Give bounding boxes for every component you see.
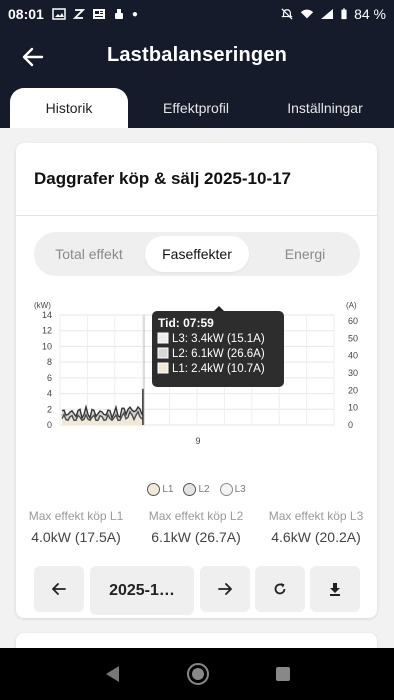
- image-icon: [52, 8, 66, 20]
- chart-legend: L1 L2 L3: [16, 483, 377, 496]
- legend-swatch-l2: [183, 483, 197, 496]
- graph-type-segmented-control: Total effekt Faseffekter Energi: [34, 232, 360, 276]
- stat-kw-l2: 6.1kW: [151, 529, 191, 545]
- stat-kw-l3: 4.6kW: [271, 529, 311, 545]
- tooltip-row: L2: 6.1kW (26.6A): [172, 348, 265, 360]
- legend-item-l1[interactable]: L1: [147, 483, 173, 496]
- download-icon: [330, 583, 340, 596]
- nav-recents-icon[interactable]: [275, 666, 291, 682]
- status-bar: 08:01 ● 84 %: [0, 0, 394, 28]
- y-left-tick: 0: [47, 420, 52, 430]
- legend-swatch-l1: [147, 483, 161, 496]
- stat-value-l1: 4.0kW (17.5A): [16, 529, 136, 545]
- stat-amp-l1: (17.5A): [74, 529, 121, 545]
- tooltip-swatch: [157, 332, 169, 344]
- legend-label-l3: L3: [234, 484, 246, 495]
- segment-energi[interactable]: Energi: [254, 236, 356, 272]
- next-card: [16, 633, 377, 648]
- system-icons: 84 %: [280, 6, 386, 22]
- y-left-tick: 4: [47, 389, 52, 399]
- android-nav-bar: [0, 648, 394, 700]
- y-right-tick: 30: [348, 368, 358, 378]
- card-divider: [16, 215, 377, 216]
- previous-day-button[interactable]: [34, 566, 84, 612]
- stat-label-l2: Max effekt köp L2: [148, 509, 244, 523]
- more-dot-icon: ●: [131, 8, 138, 20]
- next-day-button[interactable]: [200, 566, 250, 612]
- y-left-tick: 14: [42, 310, 52, 320]
- x-tick: 9: [195, 436, 200, 446]
- y-right-tick: 10: [348, 403, 358, 413]
- tooltip-swatch: [157, 362, 169, 374]
- app-z-icon: [72, 9, 85, 19]
- card-title: Daggrafer köp & sälj 2025-10-17: [34, 169, 292, 188]
- stat-label-l3: Max effekt köp L3: [268, 509, 364, 523]
- y-left-tick: 2: [47, 404, 52, 414]
- notification-icons: ●: [52, 8, 138, 20]
- y-left-unit: (kW): [34, 301, 51, 310]
- nav-back-icon[interactable]: [103, 664, 121, 684]
- phase-power-chart[interactable]: 14 12 10 8 6 4 2 0 60 50 40 30 20 10 0 (kW) (A) 9 Tid: 07:…: [34, 295, 364, 470]
- stat-l1: Max effekt köp L1 4.0kW (17.5A): [16, 509, 136, 545]
- date-picker-button[interactable]: 2025-1…: [90, 566, 194, 615]
- y-left-tick: 6: [47, 373, 52, 383]
- y-right-unit: (A): [346, 301, 357, 310]
- stat-label-l1: Max effekt köp L1: [28, 509, 124, 523]
- legend-swatch-l3: [219, 483, 233, 496]
- status-time: 08:01: [8, 6, 44, 22]
- tooltip-arrow: [214, 306, 224, 311]
- max-power-stats: Max effekt köp L1 4.0kW (17.5A) Max effe…: [16, 509, 377, 545]
- signal-icon: [321, 9, 334, 19]
- tooltip-swatch: [157, 347, 169, 359]
- tooltip-row: L1: 2.4kW (10.7A): [172, 363, 265, 375]
- stat-l2: Max effekt köp L2 6.1kW (26.7A): [136, 509, 256, 545]
- content-area: Daggrafer köp & sälj 2025-10-17 Total ef…: [0, 128, 394, 648]
- stat-l3: Max effekt köp L3 4.6kW (20.2A): [256, 509, 376, 545]
- segment-total-effekt[interactable]: Total effekt: [38, 236, 140, 272]
- chart-svg: 141210864206050403020100(kW) (A)9Tid: 07:…: [34, 301, 358, 446]
- battery-percent: 84 %: [354, 6, 386, 22]
- download-button[interactable]: [310, 566, 360, 612]
- app-header: Lastbalanseringen Historik Effektprofil …: [0, 28, 394, 128]
- stat-amp-l3: (20.2A): [314, 529, 361, 545]
- tab-bar: Historik Effektprofil Inställningar: [0, 88, 394, 128]
- y-right-tick: 40: [348, 351, 358, 361]
- tab-effektprofil[interactable]: Effektprofil: [128, 88, 264, 128]
- stat-value-l3: 4.6kW (20.2A): [256, 529, 376, 545]
- refresh-button[interactable]: [255, 566, 305, 612]
- vacuum-icon: [114, 9, 123, 19]
- stat-amp-l2: (26.7A): [194, 529, 241, 545]
- daily-graph-card: Daggrafer köp & sälj 2025-10-17 Total ef…: [16, 143, 377, 618]
- wifi-icon: [300, 9, 314, 19]
- date-controls: 2025-1…: [34, 566, 360, 615]
- nav-home-icon[interactable]: [186, 662, 210, 686]
- legend-label-l2: L2: [198, 484, 210, 495]
- segment-faseffekter[interactable]: Faseffekter: [145, 236, 249, 272]
- y-right-tick: 50: [348, 333, 358, 343]
- mute-icon: [281, 8, 293, 20]
- news-icon: [92, 9, 105, 19]
- tab-installningar[interactable]: Inställningar: [264, 88, 386, 128]
- arrow-right-icon: [218, 583, 232, 595]
- legend-item-l2[interactable]: L2: [183, 483, 210, 496]
- y-left-tick: 10: [42, 341, 52, 351]
- legend-label-l1: L1: [162, 484, 174, 495]
- arrow-left-icon: [52, 583, 66, 595]
- tab-historik[interactable]: Historik: [10, 88, 128, 128]
- page-title: Lastbalanseringen: [106, 44, 288, 66]
- y-right-tick: 60: [348, 316, 358, 326]
- y-right-tick: 20: [348, 385, 358, 395]
- tooltip-title: Tid: 07:59: [158, 316, 214, 330]
- y-right-tick: 0: [348, 420, 353, 430]
- battery-icon: [341, 8, 347, 20]
- legend-item-l3[interactable]: L3: [219, 483, 246, 496]
- stat-value-l2: 6.1kW (26.7A): [136, 529, 256, 545]
- y-left-tick: 12: [42, 326, 52, 336]
- y-left-tick: 8: [47, 357, 52, 367]
- refresh-icon: [274, 583, 286, 595]
- stat-kw-l1: 4.0kW: [31, 529, 71, 545]
- tooltip-row: L3: 3.4kW (15.1A): [172, 333, 265, 345]
